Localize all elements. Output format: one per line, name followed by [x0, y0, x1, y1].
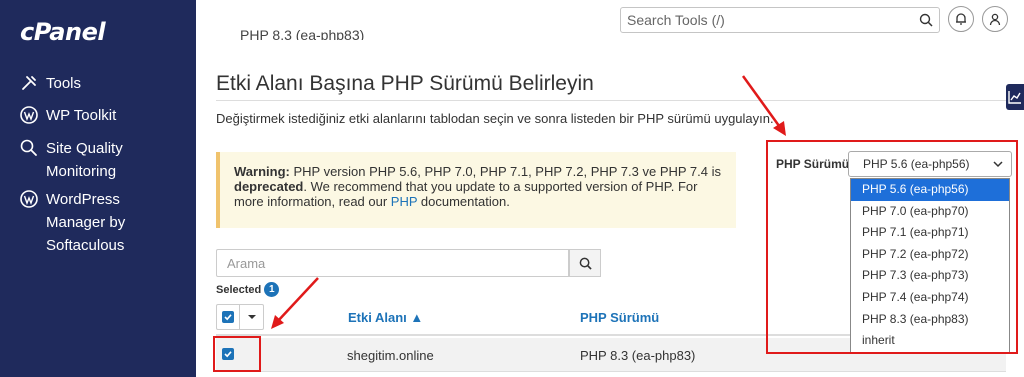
sidebar-item-wordpress-manager[interactable]: WordPress Manager by Softaculous	[20, 188, 125, 257]
sidebar-item-label: WordPress Manager by Softaculous	[46, 191, 126, 254]
wordpress-icon	[20, 106, 38, 124]
magnifier-icon	[20, 139, 37, 156]
warning-text: PHP version PHP 5.6, PHP 7.0, PHP 7.1, P…	[289, 164, 722, 179]
row-php-version: PHP 8.3 (ea-php83)	[580, 348, 696, 363]
select-options-dropdown[interactable]	[240, 305, 263, 329]
column-php-version[interactable]: PHP Sürümü	[580, 310, 659, 325]
sidebar-item-site-quality-monitoring[interactable]: Site Quality Monitoring	[20, 137, 123, 183]
wordpress-icon	[20, 190, 38, 208]
php-docs-link[interactable]: PHP	[391, 194, 418, 209]
domain-search-button[interactable]	[569, 249, 601, 277]
page-description: Değiştirmek istediğiniz etki alanlarını …	[216, 111, 774, 126]
checkbox-checked-icon	[222, 311, 234, 323]
sidebar-item-label: WP Toolkit	[46, 107, 117, 124]
annotation-box-row-checkbox	[213, 336, 261, 372]
search-icon	[919, 13, 933, 27]
deprecation-warning: Warning: PHP version PHP 5.6, PHP 7.0, P…	[216, 152, 736, 228]
sidebar-item-wp-toolkit[interactable]: WP Toolkit	[20, 104, 116, 127]
notifications-button[interactable]	[948, 6, 974, 32]
annotation-box-php-select	[766, 140, 1018, 354]
cpanel-logo[interactable]: cPanel	[20, 18, 106, 46]
sidebar-item-label: Tools	[46, 75, 82, 92]
search-tools-input[interactable]: Search Tools (/)	[620, 7, 940, 33]
warning-deprecated: deprecated	[234, 179, 304, 194]
previous-section-text: PHP 8.3 (ea-php83)	[240, 28, 365, 40]
chart-icon	[1008, 91, 1021, 104]
bell-icon	[956, 13, 966, 25]
user-menu-button[interactable]	[982, 6, 1008, 32]
selected-label: Selected	[216, 283, 262, 296]
row-domain: shegitim.online	[347, 348, 434, 363]
search-tools-placeholder: Search Tools (/)	[627, 12, 725, 28]
selected-count: Selected 1	[216, 282, 280, 297]
domain-search-input[interactable]	[216, 249, 569, 277]
sidebar-item-tools[interactable]: Tools	[20, 72, 81, 95]
select-all-checkbox[interactable]	[217, 305, 241, 329]
title-divider	[216, 100, 1006, 101]
selected-badge: 1	[264, 282, 280, 297]
annotation-arrowhead-icon	[773, 121, 786, 136]
stats-tab[interactable]	[1006, 84, 1024, 110]
tools-icon	[22, 76, 36, 90]
warning-label: Warning:	[234, 164, 290, 179]
warning-text: documentation.	[417, 194, 510, 209]
select-all-control[interactable]	[216, 304, 264, 330]
search-icon	[579, 257, 592, 270]
column-domain[interactable]: Etki Alanı ▲	[348, 310, 423, 325]
caret-down-icon	[247, 315, 256, 319]
sidebar: cPanel Tools WP Toolkit Site Quality Mon…	[0, 0, 196, 377]
sidebar-item-label: Site Quality Monitoring	[46, 140, 123, 180]
page-title: Etki Alanı Başına PHP Sürümü Belirleyin	[216, 72, 594, 95]
user-icon	[989, 13, 1001, 26]
